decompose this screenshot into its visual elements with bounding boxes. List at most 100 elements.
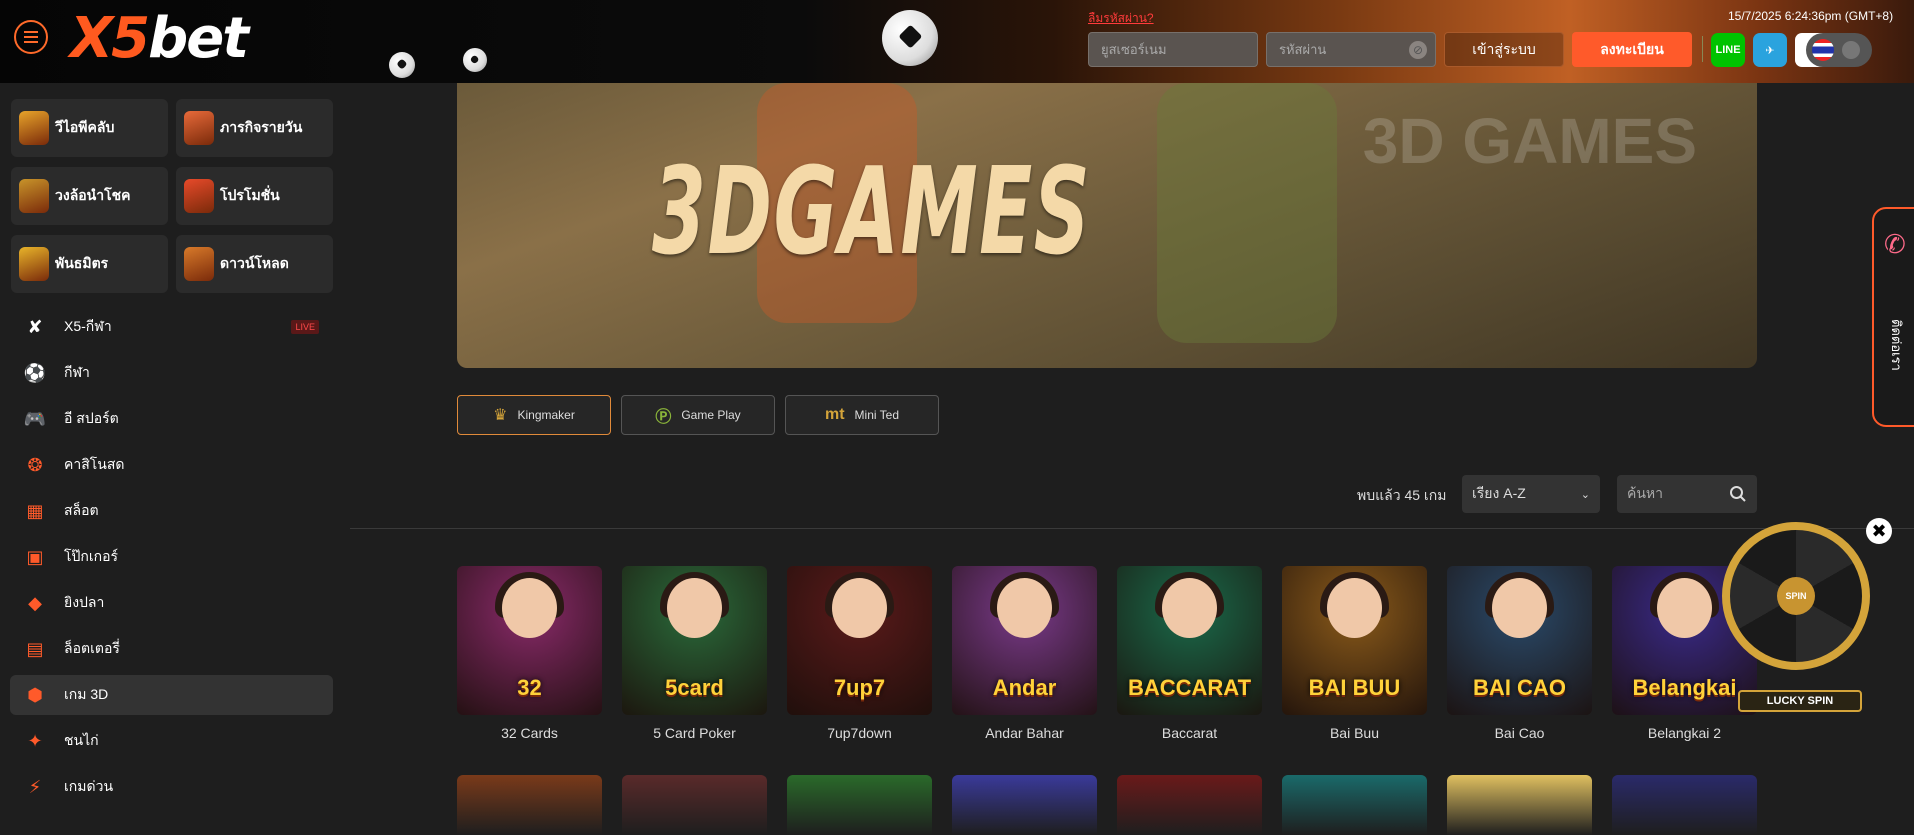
game-thumbnail[interactable]: 32 [457, 566, 602, 715]
sidebar-item-4[interactable]: ▦ สล็อต [10, 491, 333, 531]
character-face [997, 578, 1052, 638]
provider-tab-2[interactable]: mt Mini Ted [785, 395, 939, 435]
game-card[interactable]: BAI CAO Bai Cao [1447, 566, 1592, 741]
game-card[interactable] [1282, 775, 1427, 835]
game-thumbnail[interactable]: 7up7 [787, 566, 932, 715]
lightning-icon: ⚡ [28, 776, 42, 797]
forgot-password-link[interactable]: ลืมรหัสผ่าน? [1088, 9, 1154, 28]
chevron-down-icon: ⌄ [1580, 488, 1590, 501]
game-card[interactable]: 32 32 Cards [457, 566, 602, 741]
quick-link-2[interactable]: วงล้อนำโชค [11, 167, 168, 225]
sidebar-item-9[interactable]: ✦ ชนไก่ [10, 721, 333, 761]
register-button[interactable]: ลงทะเบียน [1572, 32, 1692, 67]
game-card[interactable]: 7up7 7up7down [787, 566, 932, 741]
partner-icon [19, 247, 49, 281]
soccer-ball-icon [463, 48, 487, 72]
provider-tab-1[interactable]: Ⓟ Game Play [621, 395, 775, 435]
close-icon[interactable]: ✖ [1866, 518, 1892, 544]
chevron-icon [1842, 41, 1860, 59]
download-icon [184, 247, 214, 281]
sidebar-item-10[interactable]: ⚡ เกมด่วน [10, 767, 333, 807]
site-logo[interactable]: X5 bet [70, 5, 249, 71]
live-badge: LIVE [291, 320, 319, 334]
sidebar-item-7[interactable]: ▤ ล็อตเตอรี่ [10, 629, 333, 669]
login-button[interactable]: เข้าสู่ระบบ [1444, 32, 1564, 67]
provider-logo-icon: Ⓟ [655, 409, 672, 426]
search-placeholder: ค้นหา [1627, 485, 1664, 501]
sidebar-item-3[interactable]: ❂ คาสิโนสด [10, 445, 333, 485]
quick-link-label: พันธมิตร [55, 255, 109, 271]
game-thumbnail[interactable]: BACCARAT [1117, 566, 1262, 715]
game-card[interactable] [1447, 775, 1592, 835]
sidebar-item-1[interactable]: ⚽ กีฬา [10, 353, 333, 393]
game-card[interactable]: BACCARAT Baccarat [1117, 566, 1262, 741]
quick-link-1[interactable]: ภารกิจรายวัน [176, 99, 333, 157]
sidebar-item-5[interactable]: ▣ โป๊กเกอร์ [10, 537, 333, 577]
sidebar-item-8[interactable]: ⬢ เกม 3D [10, 675, 333, 715]
game-logo-text: 7up7 [833, 675, 886, 700]
game-card[interactable] [1612, 775, 1757, 835]
game-card[interactable] [787, 775, 932, 835]
hero-banner: 3DGAMES 3D GAMES [457, 83, 1757, 368]
sidebar-item-2[interactable]: 🎮 อี สปอร์ต [10, 399, 333, 439]
quick-link-0[interactable]: วีไอพีคลับ [11, 99, 168, 157]
game-card[interactable] [622, 775, 767, 835]
lucky-spin-wheel[interactable]: SPIN [1722, 522, 1870, 670]
game-name: Belangkai 2 [1647, 725, 1722, 741]
game-thumbnail[interactable]: BAI BUU [1282, 566, 1427, 715]
mission-icon [184, 111, 214, 145]
search-input[interactable]: ค้นหา [1617, 475, 1757, 513]
sort-value: เรียง A-Z [1472, 485, 1526, 501]
datetime-display: 15/7/2025 6:24:36pm (GMT+8) [1728, 9, 1894, 23]
poker-icon: ▣ [26, 546, 44, 567]
quick-link-5[interactable]: ดาวน์โหลด [176, 235, 333, 293]
hamburger-icon [24, 36, 38, 38]
soccer-icon: ⚽ [23, 362, 47, 383]
cube-icon: ⬢ [27, 684, 43, 705]
sort-select[interactable]: เรียง A-Z ⌄ [1462, 475, 1600, 513]
sidebar-item-0[interactable]: ✘ X5-กีฬา LIVE [10, 307, 333, 347]
telegram-icon[interactable]: ✈ [1753, 33, 1787, 67]
menu-button[interactable] [14, 20, 48, 54]
search-icon[interactable] [1729, 485, 1747, 503]
eye-hidden-icon[interactable]: ⊘ [1409, 41, 1427, 59]
game-logo-text: 32 [517, 675, 542, 700]
sidebar-item-label: ยิงปลา [64, 594, 105, 610]
contact-us-tab[interactable]: ✆ ติดต่อเรา [1872, 207, 1914, 427]
game-card[interactable] [1117, 775, 1262, 835]
line-icon[interactable]: LINE [1711, 33, 1745, 67]
spin-button[interactable]: SPIN [1777, 577, 1815, 615]
character-face [1327, 578, 1382, 638]
sidebar-item-label: คาสิโนสด [64, 456, 125, 472]
quick-link-label: ดาวน์โหลด [220, 255, 289, 271]
casino-chip-icon: ❂ [27, 454, 43, 475]
provider-tab-0[interactable]: ♛ Kingmaker [457, 395, 611, 435]
contact-us-label: ติดต่อเรา [1889, 319, 1904, 371]
banner-title: 3DGAMES [652, 143, 1092, 282]
game-thumbnail[interactable]: BAI CAO [1447, 566, 1592, 715]
provider-logo-icon: mt [824, 406, 845, 423]
sidebar-item-label: ชนไก่ [64, 732, 99, 748]
quick-link-3[interactable]: โปรโมชั่น [176, 167, 333, 225]
sidebar-item-label: เกม 3D [64, 686, 109, 702]
lottery-icon: ▤ [26, 638, 44, 659]
password-input[interactable]: รหัสผ่าน ⊘ [1266, 32, 1436, 67]
game-card[interactable]: 5card 5 Card Poker [622, 566, 767, 741]
game-card[interactable]: Andar Andar Bahar [952, 566, 1097, 741]
username-input[interactable]: ยูสเซอร์เนม [1088, 32, 1258, 67]
logo-bet: bet [148, 5, 249, 71]
game-card[interactable] [952, 775, 1097, 835]
fish-icon: ◆ [28, 592, 42, 613]
character-face [667, 578, 722, 638]
game-thumbnail[interactable]: Andar [952, 566, 1097, 715]
top-header: X5 bet ลืมรหัสผ่าน? ยูสเซอร์เนม รหัสผ่าน … [0, 0, 1914, 83]
game-logo-text: BACCARAT [1127, 675, 1252, 700]
quick-link-4[interactable]: พันธมิตร [11, 235, 168, 293]
game-card[interactable] [457, 775, 602, 835]
game-name: Bai Buu [1329, 725, 1380, 741]
game-card[interactable]: BAI BUU Bai Buu [1282, 566, 1427, 741]
sidebar-item-6[interactable]: ◆ ยิงปลา [10, 583, 333, 623]
provider-label: Game Play [681, 408, 741, 422]
game-thumbnail[interactable]: 5card [622, 566, 767, 715]
language-selector[interactable] [1806, 33, 1872, 67]
